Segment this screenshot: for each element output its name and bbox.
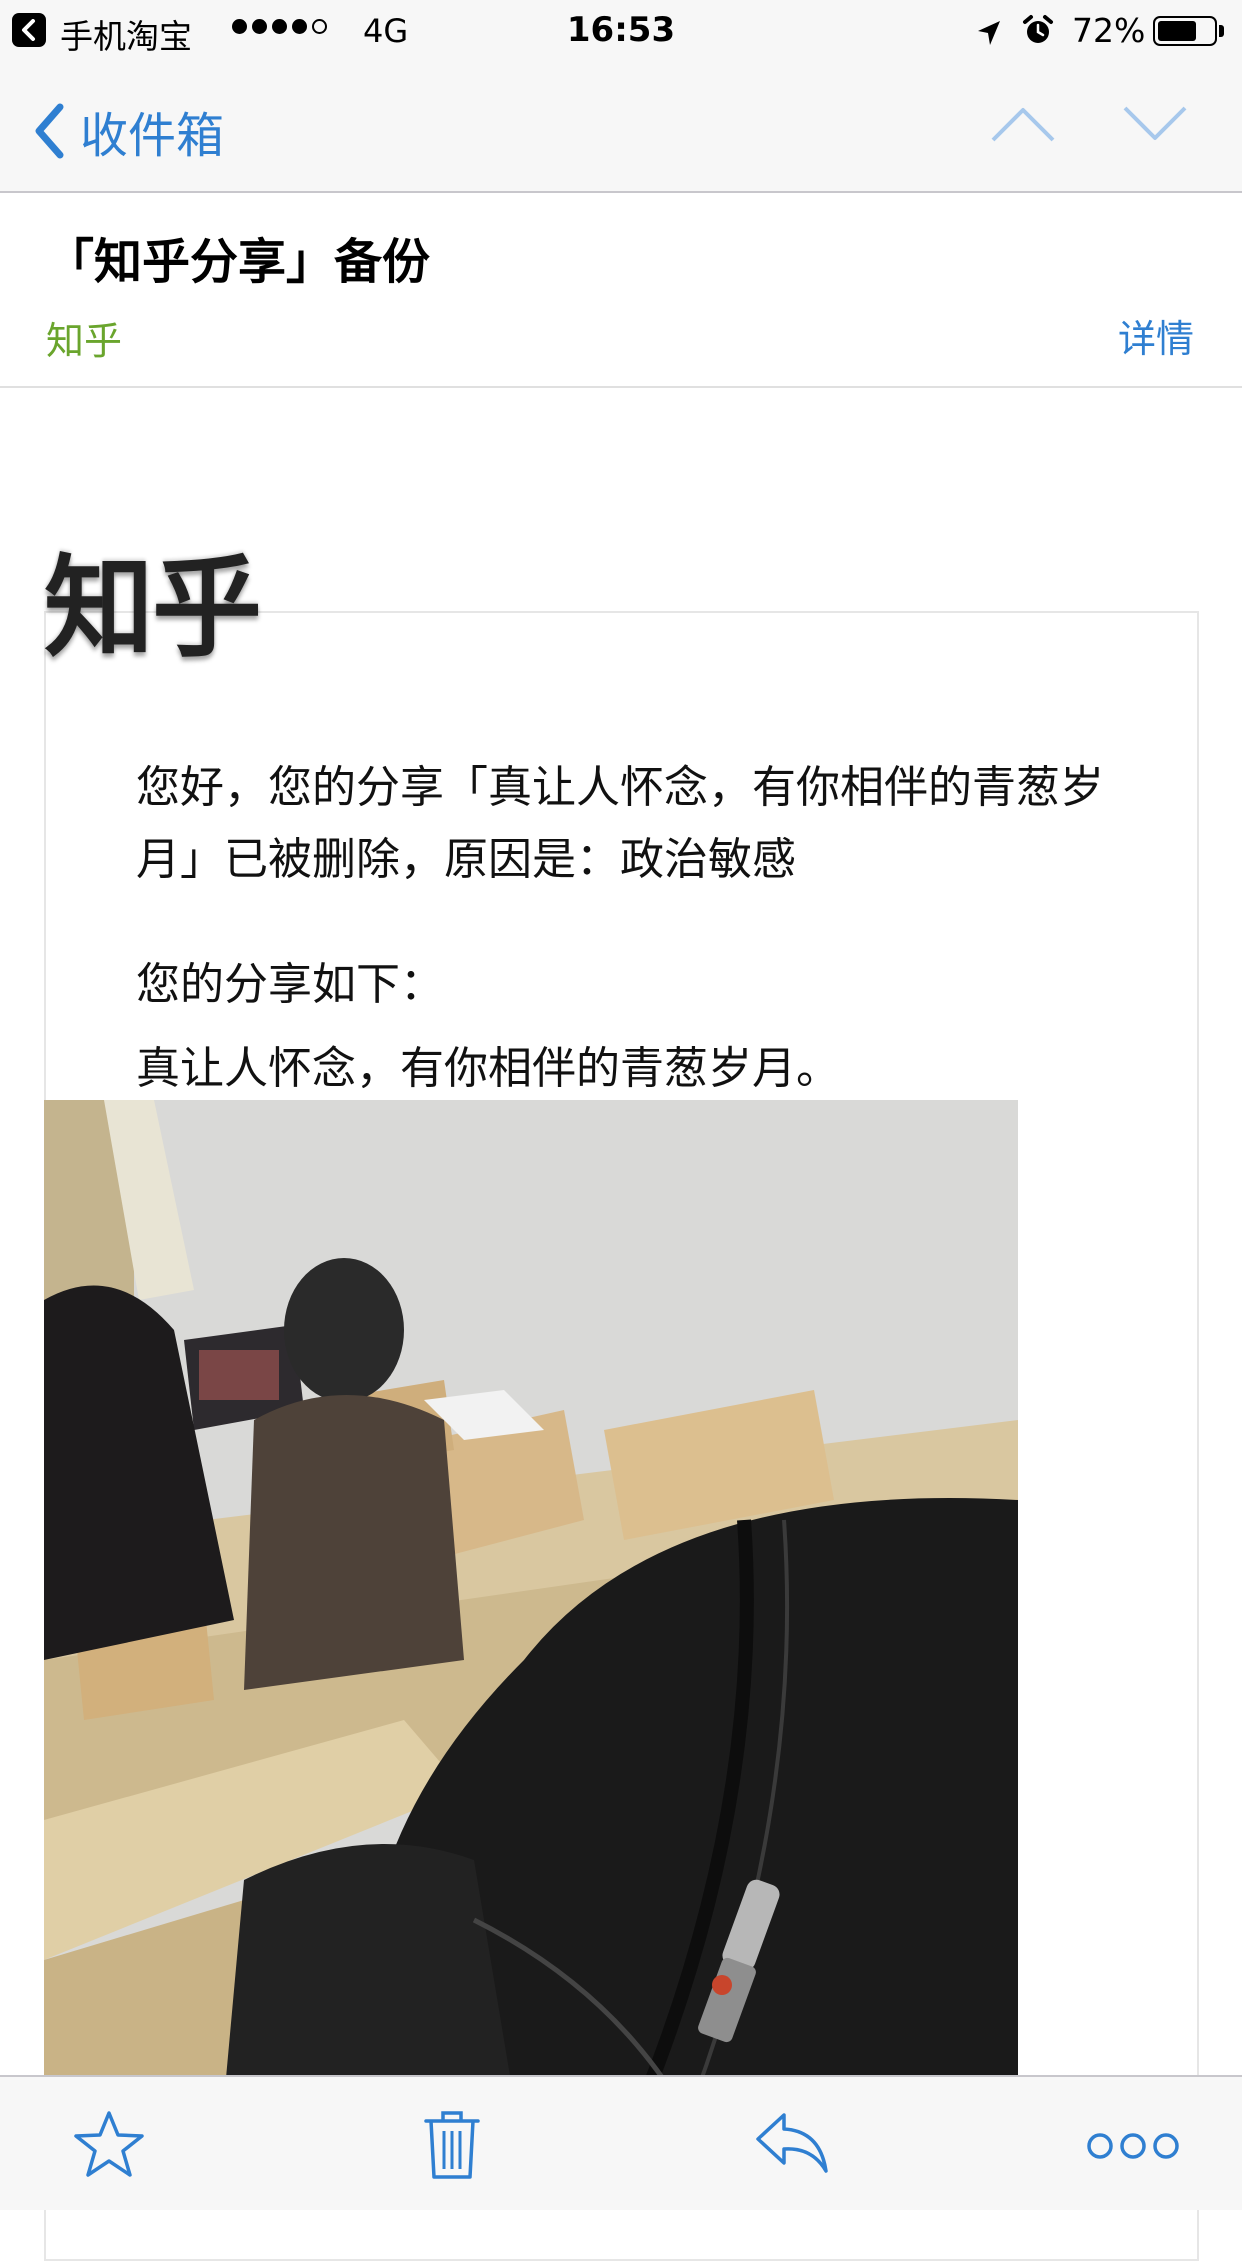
alarm-clock-icon bbox=[1022, 14, 1054, 54]
status-bar: 手机淘宝 4G 16:53 72% bbox=[0, 0, 1242, 60]
bottom-toolbar bbox=[0, 2075, 1242, 2210]
battery-level bbox=[1158, 21, 1196, 41]
back-label: 收件箱 bbox=[80, 108, 225, 164]
zhihu-logo: 知乎 bbox=[44, 544, 262, 672]
share-text: 真让人怀念，有你相伴的青葱岁月。 bbox=[136, 1043, 840, 1094]
chevron-up-icon[interactable] bbox=[990, 104, 1056, 148]
divider bbox=[0, 386, 1242, 388]
chevron-left-icon bbox=[35, 103, 64, 159]
email-subject: 「知乎分享」备份 bbox=[46, 234, 431, 290]
star-icon[interactable] bbox=[74, 2109, 144, 2183]
battery-tip bbox=[1219, 25, 1224, 37]
shared-photo[interactable] bbox=[44, 1100, 1018, 2100]
chevron-down-icon[interactable] bbox=[1122, 104, 1188, 148]
reply-icon[interactable] bbox=[754, 2109, 830, 2179]
more-icon[interactable] bbox=[1086, 2131, 1180, 2165]
battery-percent: 72% bbox=[1072, 11, 1146, 50]
details-button[interactable]: 详情 bbox=[1118, 308, 1194, 363]
back-to-inbox-button[interactable]: 收件箱 bbox=[34, 96, 224, 166]
share-heading: 您的分享如下： bbox=[136, 959, 444, 1010]
clock: 16:53 bbox=[566, 10, 676, 50]
battery-icon bbox=[1153, 16, 1217, 46]
email-sender[interactable]: 知乎 bbox=[46, 310, 122, 365]
deletion-notice: 您好，您的分享「真让人怀念，有你相伴的青葱岁月」已被删除，原因是：政治敏感 bbox=[136, 762, 1104, 885]
navigation-bar: 收件箱 bbox=[0, 60, 1242, 193]
location-arrow-icon bbox=[976, 16, 1002, 55]
trash-icon[interactable] bbox=[424, 2109, 480, 2185]
